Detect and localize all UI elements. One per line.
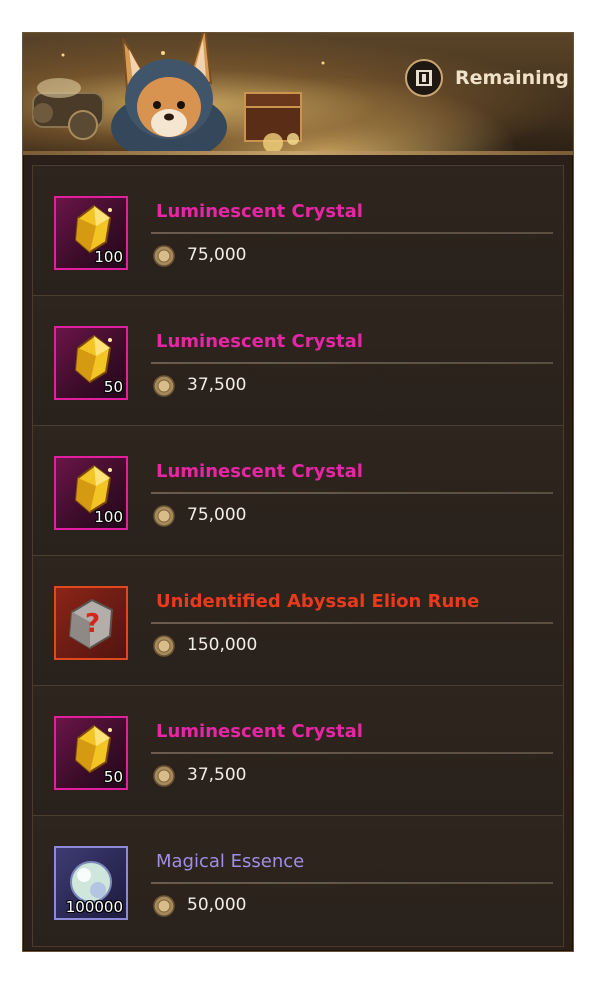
item-quantity: 100 xyxy=(94,508,123,526)
mystery-rune-icon: ? xyxy=(68,598,114,650)
divider xyxy=(151,492,553,494)
item-quantity: 50 xyxy=(103,378,123,396)
coin-icon xyxy=(153,245,175,267)
item-name: Magical Essence xyxy=(156,851,305,872)
item-price: 75,000 xyxy=(187,245,247,265)
item-list: 100 Luminescent Crystal 75,000 50 Lumine… xyxy=(32,165,564,947)
shop-panel: Remaining 100 Luminescent Crystal 75,000… xyxy=(22,32,574,952)
item-name: Luminescent Crystal xyxy=(156,461,363,482)
item-price: 50,000 xyxy=(187,895,247,915)
item-name: Unidentified Abyssal Elion Rune xyxy=(156,591,480,612)
divider xyxy=(151,622,553,624)
coin-icon xyxy=(153,505,175,527)
item-slot: ? xyxy=(54,586,128,660)
item-quantity: 100 xyxy=(94,248,123,266)
list-item[interactable]: ? Unidentified Abyssal Elion Rune 150,00… xyxy=(33,556,563,686)
list-item[interactable]: 50 Luminescent Crystal 37,500 xyxy=(33,296,563,426)
bracket-box-icon xyxy=(405,59,443,97)
svg-text:?: ? xyxy=(85,609,100,639)
list-item[interactable]: 50 Luminescent Crystal 37,500 xyxy=(33,686,563,816)
divider xyxy=(151,232,553,234)
item-slot: 50 xyxy=(54,326,128,400)
item-slot: 100 xyxy=(54,456,128,530)
fox-mascot xyxy=(111,33,227,153)
coin-icon xyxy=(153,375,175,397)
divider xyxy=(151,882,553,884)
remaining-indicator[interactable]: Remaining xyxy=(405,59,569,97)
coin-icon xyxy=(153,895,175,917)
list-item[interactable]: 100 Luminescent Crystal 75,000 xyxy=(33,426,563,556)
list-item[interactable]: 100 Luminescent Crystal 75,000 xyxy=(33,166,563,296)
item-price: 75,000 xyxy=(187,505,247,525)
item-name: Luminescent Crystal xyxy=(156,331,363,352)
item-price: 37,500 xyxy=(187,765,247,785)
coin-icon xyxy=(153,765,175,787)
shop-banner: Remaining xyxy=(23,33,573,153)
list-item[interactable]: 100000 Magical Essence 50,000 xyxy=(33,816,563,946)
remaining-label: Remaining xyxy=(455,67,569,89)
item-price: 150,000 xyxy=(187,635,258,655)
coin-icon xyxy=(153,635,175,657)
item-price: 37,500 xyxy=(187,375,247,395)
item-slot: 50 xyxy=(54,716,128,790)
divider xyxy=(151,752,553,754)
item-slot: 100 xyxy=(54,196,128,270)
item-quantity: 50 xyxy=(103,768,123,786)
banner-border xyxy=(23,151,573,155)
item-name: Luminescent Crystal xyxy=(156,201,363,222)
item-quantity: 100000 xyxy=(65,898,123,916)
divider xyxy=(151,362,553,364)
item-slot: 100000 xyxy=(54,846,128,920)
item-name: Luminescent Crystal xyxy=(156,721,363,742)
